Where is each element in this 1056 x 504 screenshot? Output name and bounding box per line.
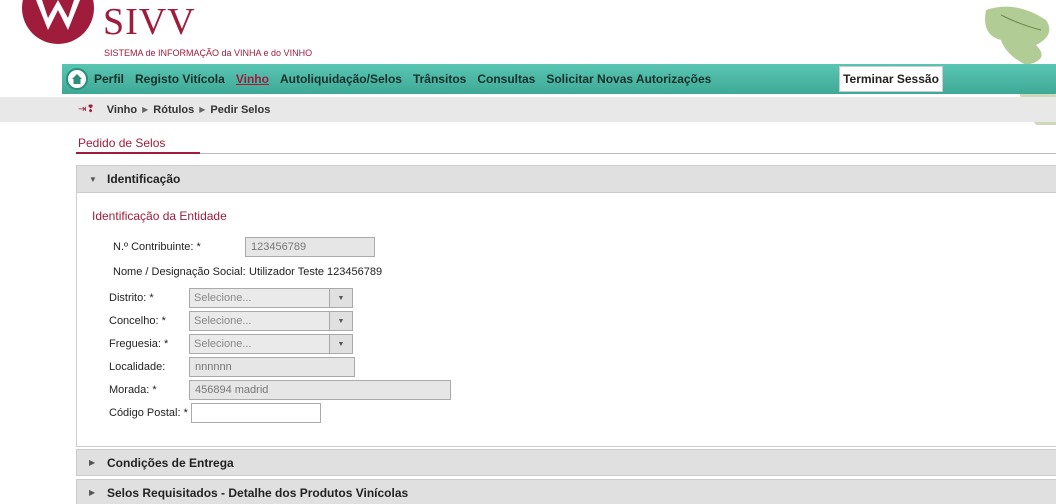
panel-identificacao: ▼ Identificação Identificação da Entidad… (76, 165, 1056, 447)
tab-pedido-de-selos[interactable]: Pedido de Selos (78, 136, 165, 150)
freguesia-select[interactable]: Selecione... ▼ (189, 334, 353, 354)
panel-selos-requisitados-header[interactable]: ▶ Selos Requisitados - Detalhe dos Produ… (76, 479, 1056, 504)
breadcrumb-separator-icon: ▶ (142, 105, 149, 114)
panel-condicoes-entrega-header[interactable]: ▶ Condições de Entrega (76, 449, 1056, 476)
nav-item-consultas[interactable]: Consultas (477, 72, 535, 86)
nif-label: N.º Contribuinte: * (113, 241, 201, 253)
panel-identificacao-header[interactable]: ▼ Identificação (77, 166, 1056, 193)
nav-item-perfil[interactable]: Perfil (94, 72, 124, 86)
nav-item-registo-viticola[interactable]: Registo Vitícola (135, 72, 225, 86)
localidade-row: Localidade: nnnnnn (109, 357, 355, 377)
nome-row: Nome / Designação Social: Utilizador Tes… (113, 266, 382, 278)
caret-right-icon: ▶ (89, 458, 96, 467)
caret-right-icon: ▶ (89, 488, 96, 497)
section-title-identificacao-entidade: Identificação da Entidade (92, 209, 227, 223)
caret-down-icon: ▼ (89, 174, 97, 184)
distrito-label: Distrito: * (109, 292, 154, 304)
breadcrumb-item-rotulos[interactable]: Rótulos (153, 104, 194, 116)
app-logo-text: SIVV (103, 1, 196, 43)
chevron-down-icon: ▼ (329, 289, 352, 307)
distrito-row: Distrito: * Selecione... ▼ (109, 288, 353, 308)
morada-row: Morada: * 456894 madrid (109, 380, 451, 400)
breadcrumb-location-icon: ⇥❢ (78, 104, 95, 115)
concelho-select[interactable]: Selecione... ▼ (189, 311, 353, 331)
concelho-select-value: Selecione... (194, 315, 252, 327)
freguesia-select-value: Selecione... (194, 338, 252, 350)
nav-item-transitos[interactable]: Trânsitos (413, 72, 466, 86)
nif-input[interactable]: 123456789 (245, 237, 375, 257)
morada-label: Morada: * (109, 384, 157, 396)
codigo-postal-input[interactable] (191, 403, 321, 423)
panel-identificacao-title: Identificação (107, 172, 181, 186)
breadcrumb-item-vinho[interactable]: Vinho (107, 104, 137, 116)
codigo-postal-row: Código Postal: * (109, 403, 321, 423)
tab-divider (76, 153, 1056, 154)
codigo-postal-label: Código Postal: * (109, 407, 188, 419)
breadcrumb-item-pedir-selos: Pedir Selos (210, 103, 271, 116)
freguesia-row: Freguesia: * Selecione... ▼ (109, 334, 353, 354)
distrito-select-value: Selecione... (194, 292, 252, 304)
app-header: SIVV SISTEMA de INFORMAÇÃO da VINHA e do… (0, 0, 1056, 125)
nif-row: N.º Contribuinte: * 123456789 (113, 237, 375, 257)
nome-label: Nome / Designação Social: (113, 266, 246, 278)
distrito-select[interactable]: Selecione... ▼ (189, 288, 353, 308)
localidade-input[interactable]: nnnnnn (189, 357, 355, 377)
logout-button[interactable]: Terminar Sessão (839, 66, 943, 92)
breadcrumb: ⇥❢ Vinho ▶ Rótulos ▶ Pedir Selos (0, 97, 1056, 122)
breadcrumb-separator-icon: ▶ (199, 105, 206, 114)
nome-value: Utilizador Teste 123456789 (249, 266, 383, 278)
concelho-row: Concelho: * Selecione... ▼ (109, 311, 353, 331)
sivv-logo-mark (18, 0, 98, 45)
main-nav: Perfil Registo Vitícola Vinho Autoliquid… (62, 64, 1056, 94)
tab-active-indicator (76, 152, 200, 154)
panel-condicoes-entrega-title: Condições de Entrega (107, 455, 234, 470)
nav-item-vinho[interactable]: Vinho (236, 72, 269, 86)
morada-input[interactable]: 456894 madrid (189, 380, 451, 400)
localidade-label: Localidade: (109, 361, 166, 373)
concelho-label: Concelho: * (109, 315, 166, 327)
nav-item-autoliquidacao-selos[interactable]: Autoliquidação/Selos (280, 72, 402, 86)
home-icon[interactable] (66, 68, 88, 90)
panel-selos-requisitados-title: Selos Requisitados - Detalhe dos Produto… (107, 485, 409, 500)
app-logo-subtitle: SISTEMA de INFORMAÇÃO da VINHA e do VINH… (104, 48, 313, 58)
chevron-down-icon: ▼ (329, 312, 352, 330)
chevron-down-icon: ▼ (329, 335, 352, 353)
nav-item-solicitar-autorizacoes[interactable]: Solicitar Novas Autorizações (546, 72, 711, 86)
freguesia-label: Freguesia: * (109, 338, 169, 350)
